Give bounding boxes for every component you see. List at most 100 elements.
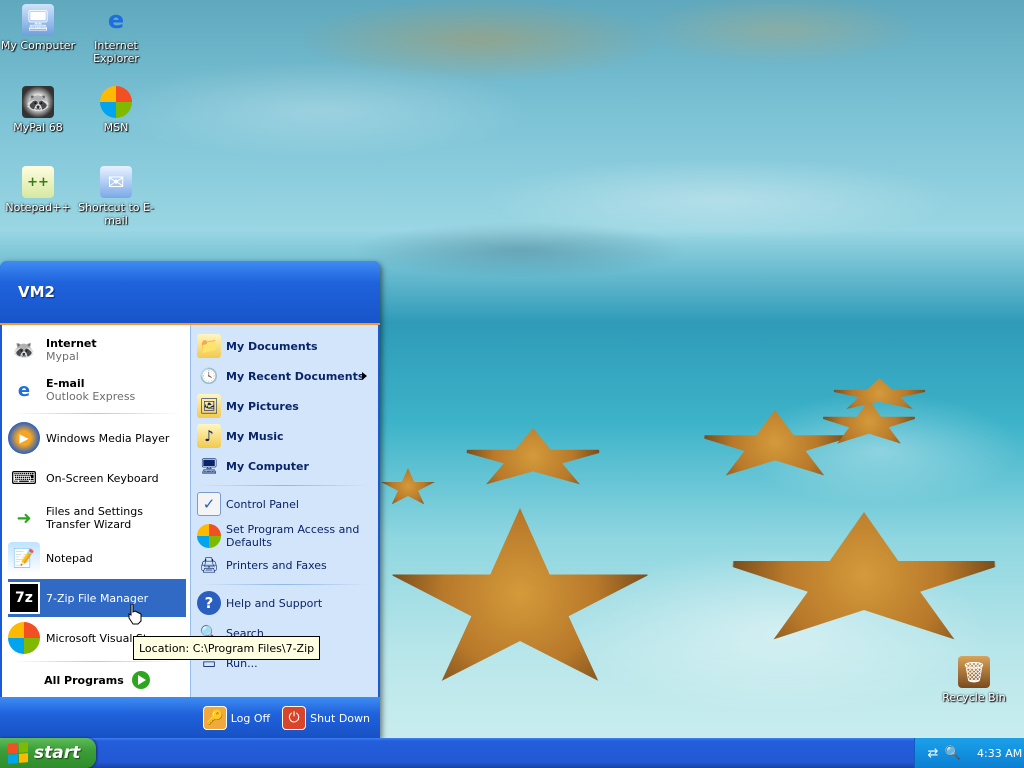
msn-icon xyxy=(100,86,132,118)
start-menu-footer: 🔑 Log Off ⏻ Shut Down xyxy=(0,697,380,739)
place-my-documents[interactable]: 📁 My Documents xyxy=(197,332,373,360)
pictures-icon: 🖼 xyxy=(197,394,221,418)
control-panel-icon: ✓ xyxy=(197,492,221,516)
place-my-pictures[interactable]: 🖼 My Pictures xyxy=(197,392,373,420)
system-tray: ⇄ 🔍 4:33 AM xyxy=(914,738,1024,768)
desktop-icon-internet-explorer[interactable]: e Internet Explorer xyxy=(78,4,154,66)
place-help-support[interactable]: ? Help and Support xyxy=(197,589,373,617)
network-tray-icon[interactable]: ⇄ xyxy=(925,745,941,761)
power-icon: ⏻ xyxy=(282,706,307,730)
desktop-icon-notepadpp[interactable]: ++ Notepad++ xyxy=(0,166,76,214)
shut-down-button[interactable]: ⏻ Shut Down xyxy=(282,706,370,730)
folder-icon: 📁 xyxy=(197,334,221,358)
pinned-label: Internet xyxy=(46,337,97,350)
separator xyxy=(199,584,369,585)
desktop-icon-label: Shortcut to E-mail xyxy=(78,201,154,227)
separator xyxy=(199,485,369,486)
mypal-icon: 🦝 xyxy=(12,339,36,361)
place-label: My Recent Documents xyxy=(226,369,365,383)
desktop-icon-label: Internet Explorer xyxy=(93,39,139,65)
user-name: VM2 xyxy=(18,283,55,301)
hand-cursor-icon xyxy=(128,603,142,625)
pinned-email[interactable]: e E-mail Outlook Express xyxy=(8,371,186,409)
taskbar: start ⇄ 🔍 4:33 AM xyxy=(0,738,1024,768)
recycle-bin-icon: 🗑 xyxy=(958,656,990,688)
log-off-label: Log Off xyxy=(230,711,271,725)
clock[interactable]: 4:33 AM xyxy=(977,747,1022,760)
desktop-icon-label: MSN xyxy=(103,121,129,134)
computer-icon: 🖥 xyxy=(22,4,54,36)
tooltip-text: Location: C:\Program Files\7-Zip xyxy=(139,641,315,655)
windows-logo-icon xyxy=(8,742,28,764)
recent-label: Notepad xyxy=(46,551,93,565)
place-label: Control Panel xyxy=(226,497,299,511)
shut-down-label: Shut Down xyxy=(310,711,370,725)
arrow-right-icon xyxy=(131,671,150,689)
place-my-music[interactable]: ♪ My Music xyxy=(197,422,373,450)
recent-on-screen-keyboard[interactable]: ⌨ On-Screen Keyboard xyxy=(8,459,186,497)
desktop-icon-mypal[interactable]: 🦝 MyPal 68 xyxy=(0,86,76,134)
recent-label: On-Screen Keyboard xyxy=(46,471,159,485)
computer-icon: 🖥 xyxy=(199,457,219,475)
start-menu-header: VM2 xyxy=(0,261,380,325)
submenu-arrow-icon xyxy=(362,372,367,380)
printer-icon: 🖨 xyxy=(199,556,219,574)
recent-windows-media-player[interactable]: ▶ Windows Media Player xyxy=(8,419,186,457)
desktop-icon-email-shortcut[interactable]: ✉ Shortcut to E-mail xyxy=(78,166,154,227)
place-label: My Documents xyxy=(226,339,318,353)
place-label: Set Program Access and Defaults xyxy=(226,523,360,549)
place-label: My Music xyxy=(226,429,284,443)
desktop-icon-label: Notepad++ xyxy=(5,201,71,214)
desktop-wallpaper-floor xyxy=(380,330,1024,740)
desktop-icon-msn[interactable]: MSN xyxy=(78,86,154,134)
desktop-icon-label: MyPal 68 xyxy=(13,121,63,134)
music-icon: ♪ xyxy=(197,424,221,448)
start-menu: VM2 🦝 Internet Mypal e E-mail Outlook Ex… xyxy=(0,261,380,739)
desktop-icon-label: My Computer xyxy=(0,39,76,52)
desktop-icon-recycle-bin[interactable]: 🗑 Recycle Bin xyxy=(936,656,1012,704)
all-programs-label: All Programs xyxy=(44,673,124,687)
pinned-label: E-mail xyxy=(46,377,85,390)
place-label: Help and Support xyxy=(226,596,323,610)
notepad-icon: 📝 xyxy=(8,542,40,574)
log-off-button[interactable]: 🔑 Log Off xyxy=(202,706,271,730)
program-defaults-icon xyxy=(197,524,221,548)
all-programs-button[interactable]: All Programs xyxy=(8,665,186,695)
desktop-icon-my-computer[interactable]: 🖥 My Computer xyxy=(0,4,76,52)
recent-label: Windows Media Player xyxy=(46,431,170,445)
start-button[interactable]: start xyxy=(0,738,96,768)
help-icon: ? xyxy=(197,591,221,615)
visual-studio-icon xyxy=(8,622,40,654)
key-icon: 🔑 xyxy=(202,706,227,730)
transfer-wizard-icon: ➜ xyxy=(16,507,32,529)
separator xyxy=(12,413,180,414)
tooltip: Location: C:\Program Files\7-Zip xyxy=(133,636,321,660)
desktop-icon-label: Recycle Bin xyxy=(942,691,1006,704)
start-label: start xyxy=(34,743,81,763)
place-control-panel[interactable]: ✓ Control Panel xyxy=(197,490,373,518)
recent-7zip-file-manager[interactable]: 7z 7-Zip File Manager xyxy=(8,579,186,617)
notepadpp-icon: ++ xyxy=(22,166,54,198)
separator xyxy=(12,661,180,662)
recent-transfer-wizard[interactable]: ➜ Files and Settings Transfer Wizard xyxy=(8,499,186,537)
email-shortcut-icon: ✉ xyxy=(100,166,132,198)
place-my-computer[interactable]: 🖥 My Computer xyxy=(197,452,373,480)
place-label: My Pictures xyxy=(226,399,299,413)
keyboard-icon: ⌨ xyxy=(11,467,37,489)
mypal-icon: 🦝 xyxy=(22,86,54,118)
place-my-recent-documents[interactable]: 🕓 My Recent Documents xyxy=(197,362,373,390)
pinned-sublabel: Outlook Express xyxy=(46,390,136,403)
recent-notepad[interactable]: 📝 Notepad xyxy=(8,539,186,577)
recent-docs-icon: 🕓 xyxy=(199,367,219,385)
internet-explorer-icon: e xyxy=(107,5,125,34)
recent-label: Microsoft Visual St xyxy=(46,631,148,645)
place-printers-faxes[interactable]: 🖨 Printers and Faxes xyxy=(197,551,373,579)
search-tray-icon[interactable]: 🔍 xyxy=(945,745,961,761)
pinned-internet[interactable]: 🦝 Internet Mypal xyxy=(8,331,186,369)
media-player-icon: ▶ xyxy=(8,422,40,454)
recent-label: Files and Settings Transfer Wizard xyxy=(46,505,143,531)
outlook-express-icon: e xyxy=(17,379,31,401)
place-program-access-defaults[interactable]: Set Program Access and Defaults xyxy=(197,520,373,552)
pinned-sublabel: Mypal xyxy=(46,350,79,363)
place-label: My Computer xyxy=(226,459,309,473)
